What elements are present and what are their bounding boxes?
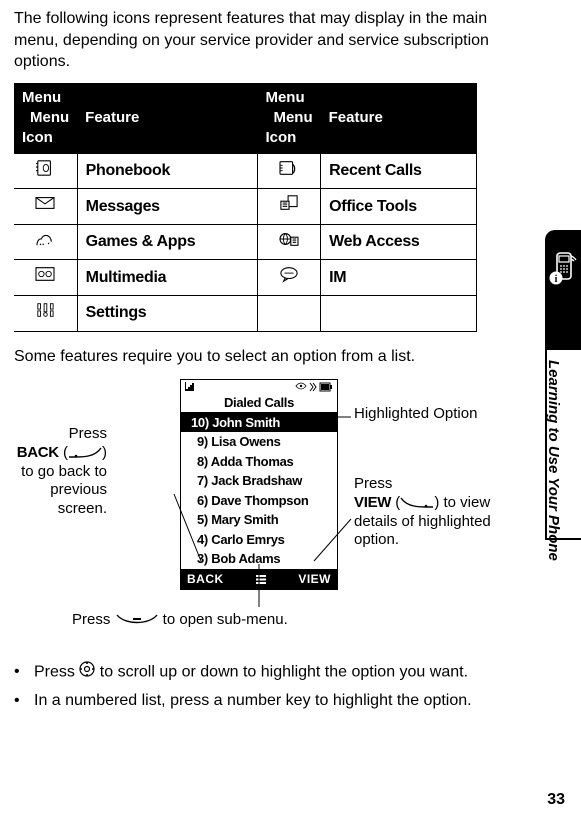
settings-icon bbox=[14, 295, 77, 331]
phone-screen-diagram: Dialed Calls 10) John Smith 9) Lisa Owen… bbox=[14, 379, 529, 649]
nav-key-icon bbox=[79, 661, 95, 684]
multimedia-label: Multimedia bbox=[77, 260, 257, 296]
settings-label: Settings bbox=[77, 295, 257, 331]
ann-sub-menu: Press to open sub-menu. bbox=[72, 611, 288, 630]
svg-text:i: i bbox=[555, 274, 558, 285]
side-tab: i Learning to Use Your Phone bbox=[545, 230, 581, 540]
th-menu-icon-1: MenuMenu Icon bbox=[14, 83, 77, 154]
ann-highlighted-option: Highlighted Option bbox=[354, 405, 477, 424]
im-label: IM bbox=[321, 260, 477, 296]
softkey-view[interactable]: VIEW bbox=[298, 571, 331, 587]
office-tools-label: Office Tools bbox=[321, 189, 477, 225]
list-item[interactable]: 8) Adda Thomas bbox=[181, 452, 337, 472]
list-item[interactable]: 6) Dave Thompson bbox=[181, 491, 337, 511]
menu-indicator-icon bbox=[256, 575, 266, 584]
list-item[interactable]: 7) Jack Bradshaw bbox=[181, 471, 337, 491]
im-icon bbox=[257, 260, 320, 296]
empty-icon bbox=[257, 295, 320, 331]
empty-label bbox=[321, 295, 477, 331]
list-item[interactable]: 5) Mary Smith bbox=[181, 510, 337, 530]
recent-calls-label: Recent Calls bbox=[321, 154, 477, 189]
menu-key-icon bbox=[115, 613, 159, 627]
left-softkey-icon bbox=[68, 447, 102, 459]
screen-title: Dialed Calls bbox=[181, 394, 337, 412]
bullet-number-key: • In a numbered list, press a number key… bbox=[14, 690, 529, 712]
phone-with-info-icon: i bbox=[548, 252, 578, 286]
list-item[interactable]: 3) Bob Adams bbox=[181, 549, 337, 569]
ann-back-key: Press BACK () to go back to previous scr… bbox=[7, 425, 107, 519]
bullet-scroll: • Press to scroll up or down to highligh… bbox=[14, 661, 529, 684]
phone-screen: Dialed Calls 10) John Smith 9) Lisa Owen… bbox=[180, 379, 338, 590]
phonebook-label: Phonebook bbox=[77, 154, 257, 189]
games-apps-icon bbox=[14, 224, 77, 260]
page-number: 33 bbox=[547, 789, 565, 811]
messages-icon bbox=[14, 189, 77, 225]
th-menu-icon-2: MenuMenu Icon bbox=[257, 83, 320, 154]
th-feature-2: Feature bbox=[321, 83, 477, 154]
th-feature-1: Feature bbox=[77, 83, 257, 154]
screen-list: 10) John Smith 9) Lisa Owens 8) Adda Tho… bbox=[181, 412, 337, 569]
games-apps-label: Games & Apps bbox=[77, 224, 257, 260]
ann-view-key: Press VIEW () to view details of highlig… bbox=[354, 475, 524, 550]
right-softkey-icon bbox=[400, 497, 434, 509]
list-item[interactable]: 4) Carlo Emrys bbox=[181, 530, 337, 550]
intro-text: The following icons represent features t… bbox=[14, 8, 529, 73]
office-tools-icon bbox=[257, 189, 320, 225]
phonebook-icon bbox=[14, 154, 77, 189]
list-item[interactable]: 9) Lisa Owens bbox=[181, 432, 337, 452]
side-tab-label: Learning to Use Your Phone bbox=[543, 360, 563, 561]
list-item[interactable]: 10) John Smith bbox=[181, 413, 337, 433]
messages-label: Messages bbox=[77, 189, 257, 225]
web-access-icon bbox=[257, 224, 320, 260]
softkey-back[interactable]: BACK bbox=[187, 571, 224, 587]
status-bar bbox=[181, 380, 337, 394]
features-table: MenuMenu Icon Feature MenuMenu Icon Feat… bbox=[14, 83, 477, 332]
recent-calls-icon bbox=[257, 154, 320, 189]
multimedia-icon bbox=[14, 260, 77, 296]
web-access-label: Web Access bbox=[321, 224, 477, 260]
some-features-text: Some features require you to select an o… bbox=[14, 346, 529, 368]
